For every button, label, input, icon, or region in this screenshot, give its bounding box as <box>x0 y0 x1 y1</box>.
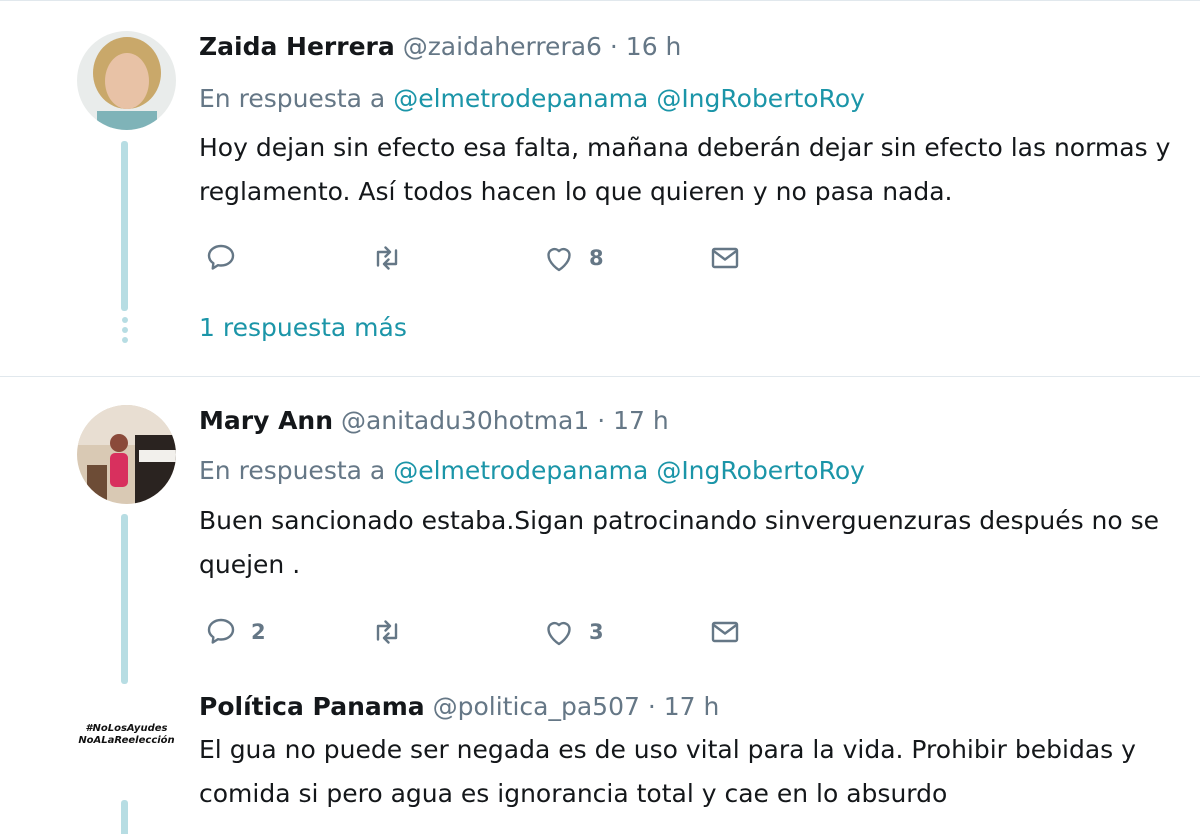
tweet-text-line: quejen . <box>199 550 301 579</box>
reply-icon <box>207 618 235 644</box>
reply-icon <box>207 244 235 270</box>
avatar[interactable] <box>77 405 176 504</box>
thread-line <box>121 800 128 834</box>
more-replies-link[interactable]: 1 respuesta más <box>199 313 407 342</box>
tweet-header: Política Panama @politica_pa507 · 17 h <box>199 692 719 721</box>
reply-context: En respuesta a @elmetrodepanama @IngRobe… <box>199 84 865 113</box>
retweet-button[interactable] <box>369 238 417 278</box>
avatar-text-line: NoALaReelección <box>78 734 175 746</box>
thread-dots <box>121 317 128 347</box>
reply-count: 2 <box>251 620 266 644</box>
reply-button[interactable] <box>203 238 251 278</box>
reply-prefix: En respuesta a <box>199 456 394 485</box>
author-name[interactable]: Zaida Herrera <box>199 32 395 61</box>
dm-button[interactable] <box>707 612 743 652</box>
timestamp[interactable]: 16 h <box>626 32 682 61</box>
tweet-text-line: reglamento. Así todos hacen lo que quier… <box>199 177 953 206</box>
tweet-text-line: Hoy dejan sin efecto esa falta, mañana d… <box>199 133 1171 162</box>
envelope-icon <box>711 247 739 269</box>
tweet-text-line: El gua no puede ser negada es de uso vit… <box>199 735 1136 764</box>
like-button[interactable]: 8 <box>541 238 604 278</box>
thread-line <box>121 514 128 684</box>
author-handle[interactable]: @zaidaherrera6 <box>403 32 602 61</box>
tweet-header: Mary Ann @anitadu30hotma1 · 17 h <box>199 406 669 435</box>
dm-button[interactable] <box>707 238 743 278</box>
tweet-divider <box>0 376 1200 377</box>
reply-prefix: En respuesta a <box>199 84 394 113</box>
tweet-text-line: comida si pero agua es ignorancia total … <box>199 779 948 808</box>
avatar[interactable] <box>77 31 176 130</box>
author-handle[interactable]: @anitadu30hotma1 <box>341 406 589 435</box>
timestamp[interactable]: 17 h <box>664 692 720 721</box>
author-name[interactable]: Política Panama <box>199 692 425 721</box>
heart-icon <box>547 621 571 646</box>
author-name[interactable]: Mary Ann <box>199 406 333 435</box>
separator: · <box>589 406 614 435</box>
mention-link[interactable]: @IngRobertoRoy <box>656 456 865 485</box>
reply-button[interactable]: 2 <box>203 612 266 652</box>
retweet-icon <box>376 620 398 644</box>
mention-link[interactable]: @IngRobertoRoy <box>656 84 865 113</box>
mention-link[interactable]: @elmetrodepanama <box>393 456 648 485</box>
retweet-button[interactable] <box>369 612 417 652</box>
tweet-text: Buen sancionado estaba.Sigan patrocinand… <box>199 499 1194 587</box>
like-button[interactable]: 3 <box>541 612 604 652</box>
reply-context: En respuesta a @elmetrodepanama @IngRobe… <box>199 456 865 485</box>
tweet-text: El gua no puede ser negada es de uso vit… <box>199 728 1194 816</box>
separator: · <box>639 692 664 721</box>
avatar[interactable]: #NoLosAyudes NoALaReelección <box>77 685 176 784</box>
like-count: 3 <box>589 620 604 644</box>
mention-link[interactable]: @elmetrodepanama <box>393 84 648 113</box>
author-handle[interactable]: @politica_pa507 <box>433 692 640 721</box>
top-divider <box>0 0 1200 1</box>
separator: · <box>601 32 626 61</box>
tweet-header: Zaida Herrera @zaidaherrera6 · 16 h <box>199 32 681 61</box>
thread-line <box>121 141 128 311</box>
avatar-text-line: #NoLosAyudes <box>85 722 168 734</box>
timestamp[interactable]: 17 h <box>613 406 669 435</box>
heart-icon <box>547 247 571 272</box>
envelope-icon <box>711 621 739 643</box>
like-count: 8 <box>589 246 604 270</box>
retweet-icon <box>376 246 398 270</box>
tweet-text-line: Buen sancionado estaba.Sigan patrocinand… <box>199 506 1160 535</box>
tweet-text: Hoy dejan sin efecto esa falta, mañana d… <box>199 126 1194 214</box>
